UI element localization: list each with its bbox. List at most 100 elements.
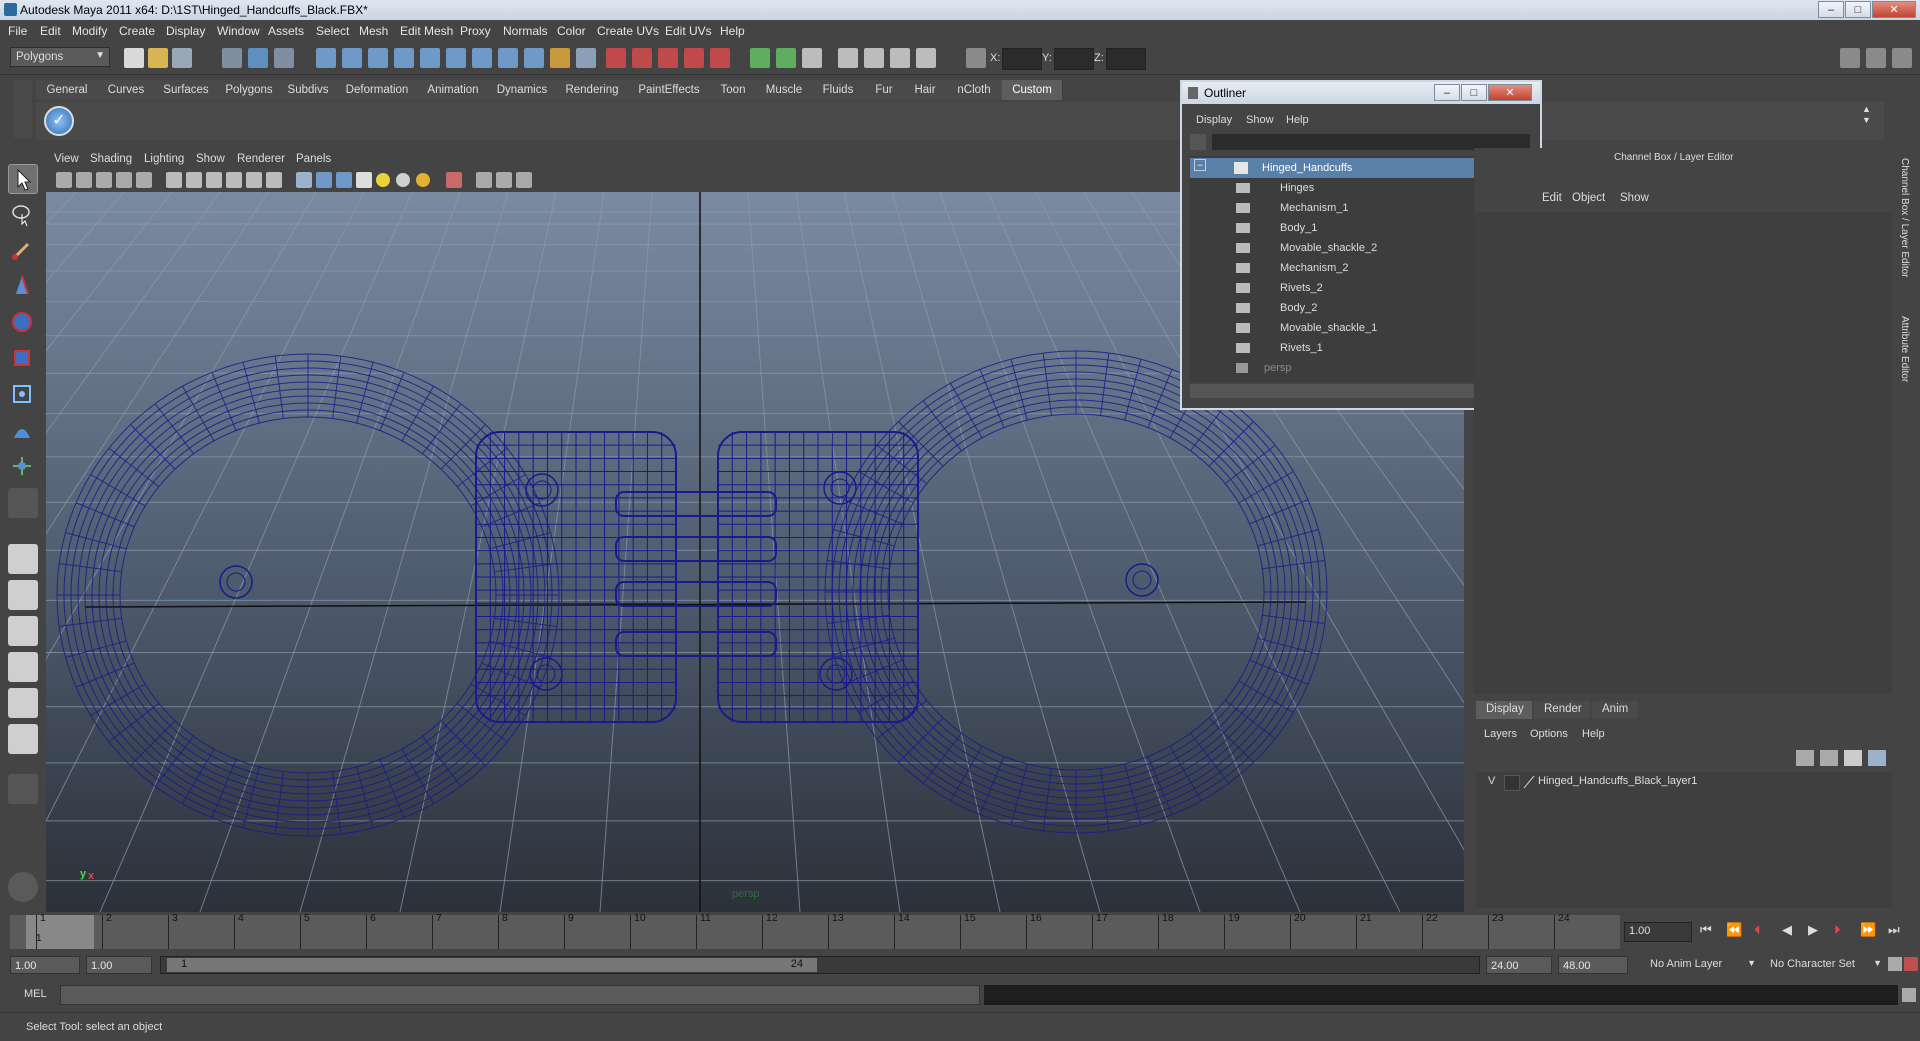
character-set-dropdown[interactable]: No Character Set ▼: [1766, 956, 1884, 974]
menu-assets[interactable]: Assets: [268, 24, 304, 38]
outliner-menu-help[interactable]: Help: [1286, 114, 1309, 126]
layer-move-up-icon[interactable]: [1844, 750, 1862, 766]
outliner-item-root[interactable]: − Hinged_Handcuffs: [1190, 158, 1518, 178]
menu-mesh[interactable]: Mesh: [359, 24, 388, 38]
tab-dynamics[interactable]: Dynamics: [488, 80, 557, 100]
toggle-tool-settings-icon[interactable]: [1892, 48, 1912, 68]
outliner-menu-display[interactable]: Display: [1196, 114, 1232, 126]
close-button[interactable]: ✕: [1872, 1, 1916, 18]
select-hierarchy-icon[interactable]: [222, 48, 242, 68]
wireframe-icon[interactable]: [296, 172, 312, 188]
menu-select[interactable]: Select: [316, 24, 349, 38]
tab-painteffects[interactable]: PaintEffects: [628, 80, 711, 100]
layer-type-toggle[interactable]: [1504, 775, 1520, 791]
tab-curves[interactable]: Curves: [98, 80, 155, 100]
layer-tab-anim[interactable]: Anim: [1592, 701, 1638, 719]
layer-row[interactable]: V Hinged_Handcuffs_Black_layer1: [1476, 772, 1892, 792]
step-back-key-icon[interactable]: ⏪: [1726, 922, 1742, 938]
y-field[interactable]: [1054, 48, 1094, 70]
menu-create-uvs[interactable]: Create UVs: [597, 24, 659, 38]
frame-selected-icon[interactable]: [516, 172, 532, 188]
open-scene-icon[interactable]: [148, 48, 168, 68]
step-forward-key-icon[interactable]: ⏩: [1860, 922, 1876, 938]
select-object-icon[interactable]: [248, 48, 268, 68]
shelf-scroll-arrows[interactable]: ▲ ▼: [1862, 104, 1876, 138]
viewport-menu-shading[interactable]: Shading: [90, 153, 132, 165]
layer-color-swatch[interactable]: [1522, 775, 1536, 789]
menu-edit[interactable]: Edit: [40, 24, 61, 38]
tab-fur[interactable]: Fur: [864, 80, 905, 100]
go-to-end-icon[interactable]: ⏭: [1888, 922, 1900, 938]
menu-normals[interactable]: Normals: [503, 24, 548, 38]
anim-layer-dropdown[interactable]: No Anim Layer ▼: [1646, 956, 1758, 974]
move-tool-icon[interactable]: [8, 272, 38, 302]
camera-select-icon[interactable]: [56, 172, 72, 188]
menu-file[interactable]: File: [8, 24, 27, 38]
render-settings-icon[interactable]: [916, 48, 936, 68]
highlight-icon[interactable]: [576, 48, 596, 68]
snap-live-icon[interactable]: [710, 48, 730, 68]
scale-tool-icon[interactable]: [8, 344, 38, 374]
tab-fluids[interactable]: Fluids: [812, 80, 865, 100]
command-language-label[interactable]: MEL: [24, 988, 47, 1000]
snap-plane-icon[interactable]: [684, 48, 704, 68]
play-forward-icon[interactable]: ▶: [1808, 922, 1818, 938]
channel-menu-edit[interactable]: Edit: [1542, 192, 1562, 204]
snap-curve-icon[interactable]: [632, 48, 652, 68]
side-tab-channel-box[interactable]: Channel Box / Layer Editor: [1899, 158, 1910, 278]
side-tab-attribute-editor[interactable]: Attribute Editor: [1899, 316, 1910, 382]
menu-window[interactable]: Window: [217, 24, 260, 38]
render-view-icon[interactable]: [838, 48, 858, 68]
anim-prefs-icon[interactable]: [1904, 957, 1918, 971]
script-editor-icon[interactable]: [1902, 988, 1916, 1002]
safe-action-icon[interactable]: [226, 172, 242, 188]
layout-four-icon[interactable]: [8, 580, 38, 610]
grid-toggle-icon[interactable]: [166, 172, 182, 188]
toggle-channel-box-icon[interactable]: [1840, 48, 1860, 68]
pick-lattice-icon[interactable]: [446, 48, 466, 68]
layout-dopesheet-icon[interactable]: [8, 724, 38, 754]
mode-dropdown[interactable]: Polygons ▼: [10, 47, 110, 67]
menu-modify[interactable]: Modify: [72, 24, 107, 38]
minimize-button[interactable]: –: [1818, 1, 1844, 18]
snap-point-icon[interactable]: [658, 48, 678, 68]
smooth-shade-icon[interactable]: [316, 172, 332, 188]
menu-edit-mesh[interactable]: Edit Mesh: [400, 24, 453, 38]
texture-toggle-icon[interactable]: [266, 172, 282, 188]
pick-misc-icon[interactable]: [420, 48, 440, 68]
menu-create[interactable]: Create: [119, 24, 155, 38]
menu-edit-uvs[interactable]: Edit UVs: [665, 24, 712, 38]
camera-attr-icon[interactable]: [76, 172, 92, 188]
lock-icon[interactable]: [550, 48, 570, 68]
menu-display[interactable]: Display: [166, 24, 205, 38]
step-back-frame-icon[interactable]: ⏴: [1754, 922, 1761, 938]
tab-custom[interactable]: Custom: [1002, 80, 1063, 100]
default-light-icon[interactable]: [376, 173, 390, 187]
layout-single-icon[interactable]: [8, 544, 38, 574]
shelf-menu-button[interactable]: [14, 80, 32, 138]
viewport-menu-lighting[interactable]: Lighting: [144, 153, 184, 165]
pick-vertex-icon[interactable]: [316, 48, 336, 68]
toolbox-divider-button[interactable]: [8, 774, 38, 804]
last-tool-icon[interactable]: [8, 488, 38, 518]
pick-misc2-icon[interactable]: [498, 48, 518, 68]
layer-menu-options[interactable]: Options: [1530, 728, 1568, 740]
question-icon[interactable]: [524, 48, 544, 68]
tab-rendering[interactable]: Rendering: [556, 80, 629, 100]
save-scene-icon[interactable]: [172, 48, 192, 68]
viewport-menu-renderer[interactable]: Renderer: [237, 153, 285, 165]
layer-move-down-icon[interactable]: [1868, 750, 1886, 766]
resolution-gate-icon[interactable]: [206, 172, 222, 188]
transform-mode-icon[interactable]: [966, 48, 986, 68]
layer-name[interactable]: Hinged_Handcuffs_Black_layer1: [1538, 775, 1697, 787]
layer-menu-help[interactable]: Help: [1582, 728, 1605, 740]
gate-mask-icon[interactable]: [136, 172, 152, 188]
go-to-start-icon[interactable]: ⏮: [1700, 922, 1712, 938]
tab-hair[interactable]: Hair: [904, 80, 947, 100]
soft-mod-icon[interactable]: [8, 416, 38, 446]
tab-subdivs[interactable]: Subdivs: [280, 80, 337, 100]
z-field[interactable]: [1106, 48, 1146, 70]
collapse-icon[interactable]: −: [1194, 159, 1206, 171]
wire-on-shaded-icon[interactable]: [336, 172, 352, 188]
paint-brush-icon[interactable]: [8, 872, 38, 902]
